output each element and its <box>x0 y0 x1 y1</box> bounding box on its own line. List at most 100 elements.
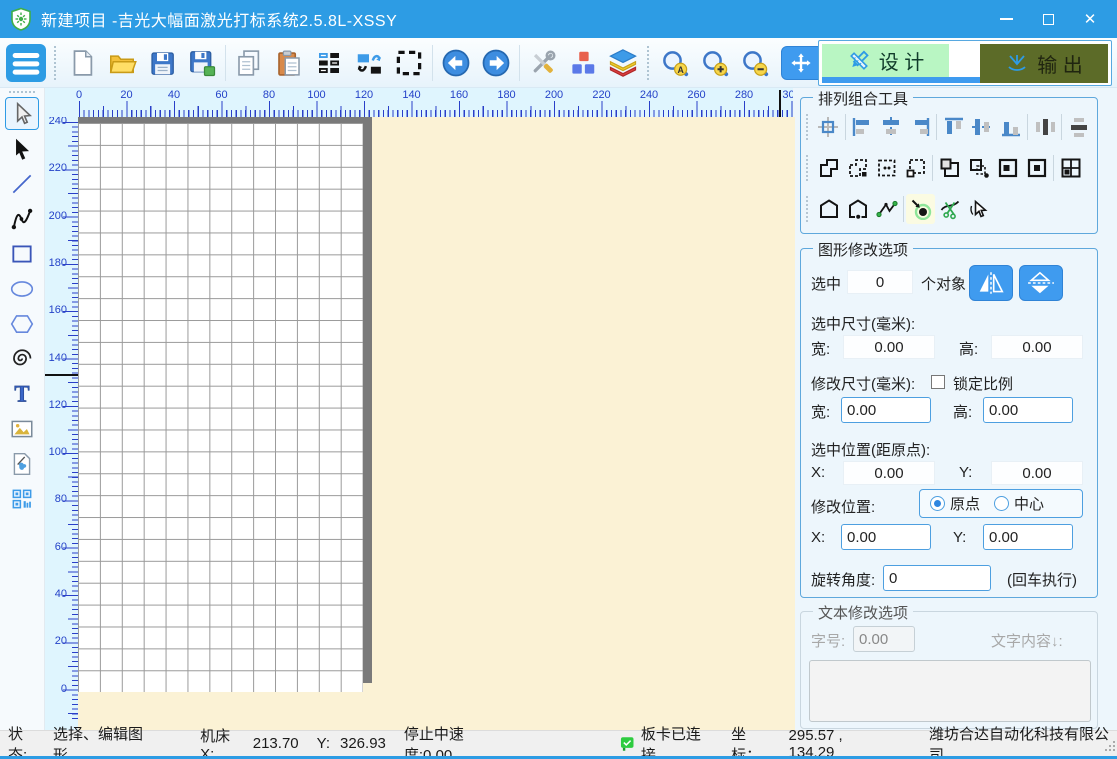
move-x-input[interactable] <box>841 524 931 550</box>
maximize-button[interactable] <box>1031 4 1065 34</box>
align-center-button[interactable] <box>814 112 843 142</box>
open-file-button[interactable] <box>102 41 142 85</box>
align-left-button[interactable] <box>848 112 877 142</box>
forward-button[interactable] <box>476 41 516 85</box>
drawing-toolbar: T <box>0 88 45 730</box>
selected-count-value: 0 <box>847 270 913 294</box>
ungroup-button[interactable] <box>843 153 872 183</box>
rotate-hint: (回车执行) <box>1007 569 1077 590</box>
rotate-input[interactable] <box>883 565 991 591</box>
add-node-button[interactable] <box>906 194 935 224</box>
minimize-button[interactable] <box>989 4 1023 34</box>
back-button[interactable] <box>436 41 476 85</box>
transform-button[interactable] <box>349 41 389 85</box>
position-mode-radios: 原点 中心 <box>919 489 1083 518</box>
curve-tool-button[interactable] <box>5 202 39 235</box>
mirror-vertical-button[interactable] <box>1019 265 1063 301</box>
new-file-button[interactable] <box>62 41 102 85</box>
to-back-button[interactable] <box>1022 153 1051 183</box>
settings-button[interactable] <box>523 41 563 85</box>
pick-tool-button[interactable] <box>5 132 39 165</box>
selected-height-value: 0.00 <box>991 335 1083 359</box>
paste-button[interactable] <box>269 41 309 85</box>
layers-button[interactable] <box>603 41 643 85</box>
zoom-in-button[interactable] <box>695 41 735 85</box>
resize-width-input[interactable] <box>841 397 931 423</box>
radio-dot <box>994 496 1009 511</box>
resize-height-input[interactable] <box>983 397 1073 423</box>
copy-icon <box>234 48 264 78</box>
cursor-icon <box>9 101 35 127</box>
lock-ratio-checkbox[interactable] <box>931 375 945 389</box>
right-panel: 排列组合工具 <box>795 88 1117 730</box>
origin-radio[interactable]: 原点 <box>930 493 980 514</box>
design-canvas[interactable] <box>78 117 795 730</box>
align-bottom-icon <box>1000 116 1022 138</box>
menu-button[interactable] <box>6 44 46 82</box>
close-path-button[interactable] <box>814 194 843 224</box>
take-out-button[interactable] <box>964 153 993 183</box>
select-tool-button[interactable] <box>5 97 39 130</box>
close-button[interactable]: ✕ <box>1073 4 1107 34</box>
status-bar: 状态: 选择、编辑图形 机床X: 213.70 Y: 326.93 停止中速度:… <box>0 730 1117 756</box>
ellipse-tool-button[interactable] <box>5 272 39 305</box>
ruler-label: 80 <box>263 89 275 101</box>
align-bottom-button[interactable] <box>997 112 1026 142</box>
tab-output[interactable]: 输 出 <box>980 44 1108 83</box>
move-label: 修改位置: <box>811 496 875 517</box>
lock-ratio-label: 锁定比例 <box>953 373 1013 394</box>
align-right-button[interactable] <box>905 112 934 142</box>
y-label: Y: <box>953 529 966 546</box>
align-middle-v-button[interactable] <box>968 112 997 142</box>
put-in-button[interactable] <box>935 153 964 183</box>
workarea-right-edge <box>363 117 372 683</box>
save-button[interactable] <box>142 41 182 85</box>
height-label: 高: <box>959 338 978 359</box>
mirror-horizontal-button[interactable] <box>969 265 1013 301</box>
distribute-h-button[interactable] <box>1030 112 1059 142</box>
color-blocks-icon <box>568 48 598 78</box>
align-center-h-button[interactable] <box>877 112 906 142</box>
edit-nodes-button[interactable] <box>872 194 901 224</box>
marquee-select-button[interactable] <box>389 41 429 85</box>
node-tool-row <box>805 190 1093 228</box>
workarea-grid[interactable] <box>78 123 363 692</box>
array-grid-icon <box>314 48 344 78</box>
arrange-tools-group: 排列组合工具 <box>800 97 1098 234</box>
toolbar-separator <box>432 45 433 81</box>
color-params-button[interactable] <box>563 41 603 85</box>
vector-file-tool-button[interactable] <box>5 447 39 480</box>
combine-button[interactable] <box>872 153 901 183</box>
polygon-tool-button[interactable] <box>5 307 39 340</box>
resize-grip[interactable] <box>1103 739 1115 751</box>
tab-design[interactable]: 设 计 <box>822 44 949 77</box>
take-out-icon <box>968 157 990 179</box>
align-top-button[interactable] <box>939 112 968 142</box>
split-grid-button[interactable] <box>1056 153 1085 183</box>
group-button[interactable] <box>814 153 843 183</box>
group-tool-row <box>805 149 1093 187</box>
image-tool-button[interactable] <box>5 412 39 445</box>
distribute-v-button[interactable] <box>1064 112 1093 142</box>
save-as-button[interactable] <box>182 41 222 85</box>
select-node-button[interactable] <box>964 194 993 224</box>
to-front-button[interactable] <box>993 153 1022 183</box>
text-tool-button[interactable]: T <box>5 377 39 410</box>
ruler-label: 160 <box>450 89 468 101</box>
center-radio[interactable]: 中心 <box>994 493 1044 514</box>
uncombine-button[interactable] <box>901 153 930 183</box>
ruler-label: 200 <box>545 89 563 101</box>
array-copy-tool-button[interactable] <box>5 482 39 515</box>
rectangle-tool-button[interactable] <box>5 237 39 270</box>
row-handle <box>806 155 811 181</box>
move-y-input[interactable] <box>983 524 1073 550</box>
zoom-out-button[interactable] <box>735 41 775 85</box>
line-tool-button[interactable] <box>5 167 39 200</box>
cut-path-button[interactable] <box>935 194 964 224</box>
arrange-tools-title: 排列组合工具 <box>813 88 913 109</box>
zoom-fit-button[interactable]: A <box>655 41 695 85</box>
array-button[interactable] <box>309 41 349 85</box>
spiral-tool-button[interactable] <box>5 342 39 375</box>
open-path-button[interactable] <box>843 194 872 224</box>
copy-button[interactable] <box>229 41 269 85</box>
